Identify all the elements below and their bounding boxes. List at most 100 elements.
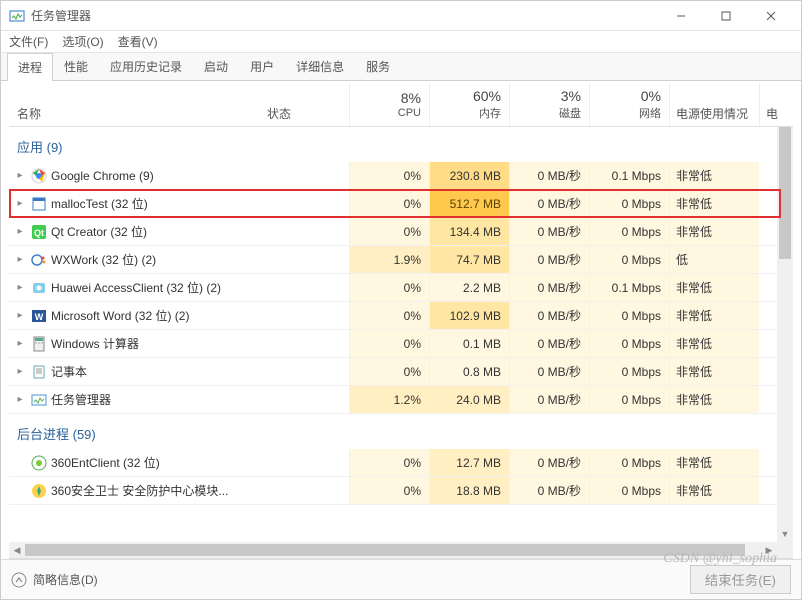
expand-icon[interactable]: ▸ [13, 394, 27, 405]
expand-icon[interactable]: ▸ [13, 282, 27, 293]
expand-icon[interactable]: ▸ [13, 226, 27, 237]
process-cpu: 0% [349, 274, 429, 301]
process-network: 0.1 Mbps [589, 162, 669, 189]
column-network[interactable]: 0%网络 [589, 83, 669, 126]
process-cpu: 0% [349, 449, 429, 476]
section-background[interactable]: 后台进程 (59) [9, 414, 793, 449]
tab-performance[interactable]: 性能 [53, 52, 99, 80]
close-button[interactable] [748, 1, 793, 30]
process-memory: 74.7 MB [429, 246, 509, 273]
menu-options[interactable]: 选项(O) [62, 33, 103, 50]
column-cpu[interactable]: 8%CPU [349, 83, 429, 126]
horizontal-scrollbar[interactable]: ◀ ▶ [9, 542, 793, 558]
column-extra[interactable]: 电 [759, 83, 789, 126]
chevron-circle-icon [11, 572, 27, 588]
process-cpu: 0% [349, 358, 429, 385]
process-row[interactable]: ▸ WXWork (32 位) (2) 1.9%74.7 MB0 MB/秒0 Mbp… [9, 246, 793, 274]
expand-icon[interactable]: ▸ [13, 254, 27, 265]
process-power: 非常低 [669, 449, 759, 476]
taskmgr-icon [31, 392, 47, 408]
process-row[interactable]: ▸记事本0%0.8 MB0 MB/秒0 Mbps非常低 [9, 358, 793, 386]
process-disk: 0 MB/秒 [509, 246, 589, 273]
process-power: 非常低 [669, 218, 759, 245]
process-memory: 0.8 MB [429, 358, 509, 385]
tab-users[interactable]: 用户 [239, 52, 285, 80]
process-name: Microsoft Word (32 位) (2) [51, 307, 189, 324]
menu-file[interactable]: 文件(F) [9, 33, 48, 50]
titlebar: 任务管理器 [1, 1, 801, 31]
tab-startup[interactable]: 启动 [193, 52, 239, 80]
360-icon [31, 455, 47, 471]
process-row[interactable]: ▸mallocTest (32 位)0%512.7 MB0 MB/秒0 Mbps… [9, 190, 793, 218]
expand-icon[interactable]: ▸ [13, 338, 27, 349]
process-name-cell: ▸mallocTest (32 位) [9, 190, 259, 217]
expand-icon[interactable]: ▸ [13, 198, 27, 209]
column-status[interactable]: 状态 [259, 83, 349, 126]
process-cpu: 1.9% [349, 246, 429, 273]
process-disk: 0 MB/秒 [509, 358, 589, 385]
fewer-details-button[interactable]: 简略信息(D) [11, 571, 690, 588]
column-name[interactable]: 名称 [9, 83, 259, 126]
chrome-icon [31, 168, 47, 184]
process-row[interactable]: 360EntClient (32 位)0%12.7 MB0 MB/秒0 Mbps… [9, 449, 793, 477]
h-scroll-thumb[interactable] [25, 544, 745, 556]
process-name-cell: ▸ WXWork (32 位) (2) [9, 246, 259, 273]
menu-view[interactable]: 查看(V) [118, 33, 158, 50]
process-network: 0 Mbps [589, 358, 669, 385]
maximize-button[interactable] [703, 1, 748, 30]
process-memory: 24.0 MB [429, 386, 509, 413]
minimize-button[interactable] [658, 1, 703, 30]
process-power: 非常低 [669, 274, 759, 301]
expand-icon[interactable]: ▸ [13, 366, 27, 377]
expand-icon[interactable]: ▸ [13, 310, 27, 321]
process-name-cell: ▸任务管理器 [9, 386, 259, 413]
process-memory: 12.7 MB [429, 449, 509, 476]
scroll-down-icon[interactable]: ▼ [777, 526, 793, 542]
tab-processes[interactable]: 进程 [7, 53, 53, 81]
column-disk[interactable]: 3%磁盘 [509, 83, 589, 126]
tab-details[interactable]: 详细信息 [285, 52, 355, 80]
process-status [259, 330, 349, 357]
process-network: 0 Mbps [589, 246, 669, 273]
vertical-scrollbar[interactable]: ▲ ▼ [777, 83, 793, 558]
process-cpu: 0% [349, 162, 429, 189]
process-row[interactable]: ▸Google Chrome (9)0%230.8 MB0 MB/秒0.1 Mb… [9, 162, 793, 190]
scroll-right-icon[interactable]: ▶ [761, 542, 777, 558]
process-status [259, 449, 349, 476]
process-status [259, 246, 349, 273]
process-name-cell: ▸ 记事本 [9, 358, 259, 385]
process-row[interactable]: ▸任务管理器1.2%24.0 MB0 MB/秒0 Mbps非常低 [9, 386, 793, 414]
tab-services[interactable]: 服务 [355, 52, 401, 80]
process-power: 非常低 [669, 386, 759, 413]
taskmgr-icon [9, 8, 25, 24]
end-task-button[interactable]: 结束任务(E) [690, 565, 791, 594]
process-name: 记事本 [51, 363, 87, 380]
calc-icon [31, 336, 47, 352]
process-disk: 0 MB/秒 [509, 386, 589, 413]
process-network: 0 Mbps [589, 302, 669, 329]
column-power[interactable]: 电源使用情况 [669, 83, 759, 126]
statusbar: 简略信息(D) 结束任务(E) [1, 559, 801, 599]
process-row[interactable]: ▸Huawei AccessClient (32 位) (2)0%2.2 MB0… [9, 274, 793, 302]
process-row[interactable]: ▸WMicrosoft Word (32 位) (2)0%102.9 MB0 M… [9, 302, 793, 330]
process-power: 非常低 [669, 302, 759, 329]
process-memory: 2.2 MB [429, 274, 509, 301]
process-status [259, 274, 349, 301]
process-status [259, 477, 349, 504]
process-row[interactable]: ▸QtQt Creator (32 位)0%134.4 MB0 MB/秒0 Mb… [9, 218, 793, 246]
process-cpu: 0% [349, 218, 429, 245]
process-power: 低 [669, 246, 759, 273]
process-name: WXWork (32 位) (2) [51, 251, 156, 268]
tab-app-history[interactable]: 应用历史记录 [99, 52, 193, 80]
scroll-left-icon[interactable]: ◀ [9, 542, 25, 558]
process-disk: 0 MB/秒 [509, 302, 589, 329]
process-row[interactable]: 360安全卫士 安全防护中心模块...0%18.8 MB0 MB/秒0 Mbps… [9, 477, 793, 505]
wxwork-icon [31, 252, 47, 268]
section-apps[interactable]: 应用 (9) [9, 127, 793, 162]
svg-text:Qt: Qt [34, 228, 44, 238]
tab-bar: 进程 性能 应用历史记录 启动 用户 详细信息 服务 [1, 53, 801, 81]
expand-icon[interactable]: ▸ [13, 170, 27, 181]
process-row[interactable]: ▸Windows 计算器0%0.1 MB0 MB/秒0 Mbps非常低 [9, 330, 793, 358]
column-memory[interactable]: 60%内存 [429, 83, 509, 126]
process-status [259, 162, 349, 189]
